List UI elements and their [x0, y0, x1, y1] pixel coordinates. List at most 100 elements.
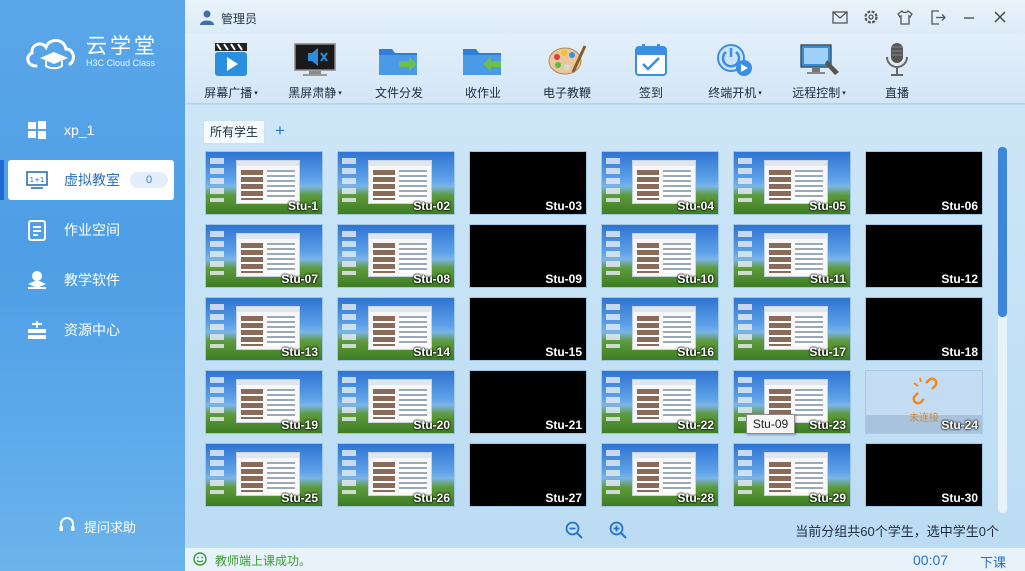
student-thumbnail[interactable]: Stu-04: [601, 151, 719, 215]
close-button[interactable]: [991, 8, 1009, 26]
student-thumbnail[interactable]: Stu-21: [469, 370, 587, 434]
student-thumbnail[interactable]: Stu-10: [601, 224, 719, 288]
student-thumbnail[interactable]: Stu-17: [733, 297, 851, 361]
mail-button[interactable]: [831, 8, 849, 26]
sidebar-item-teaching-software[interactable]: 教学软件: [8, 260, 174, 300]
student-thumbnail[interactable]: Stu-09: [469, 224, 587, 288]
student-thumbnail[interactable]: Stu-28: [601, 443, 719, 507]
desktop-icons: [606, 377, 620, 421]
student-thumbnail[interactable]: Stu-15: [469, 297, 587, 361]
sidebar-item-xp1[interactable]: xp_1: [8, 110, 174, 150]
end-class-button[interactable]: 下课: [980, 552, 1006, 571]
collect-homework-button[interactable]: 收作业: [441, 38, 525, 102]
add-group-button[interactable]: +: [275, 120, 285, 142]
black-screen-icon: [293, 42, 337, 78]
sidebar-item-label: 资源中心: [64, 322, 120, 338]
student-name: Stu-21: [545, 418, 582, 432]
student-thumbnail[interactable]: 未连接 Stu-24: [865, 370, 983, 434]
student-thumbnail[interactable]: Stu-19: [205, 370, 323, 434]
student-thumbnail[interactable]: Stu-14: [337, 297, 455, 361]
help-button[interactable]: 提问求助: [58, 516, 136, 537]
minimize-button[interactable]: [960, 8, 978, 26]
screen-preview: [236, 379, 300, 423]
zoom-out-button[interactable]: [565, 521, 583, 542]
student-thumbnail[interactable]: Stu-13: [205, 297, 323, 361]
status-bar: 教师端上课成功。 00:07 下课: [185, 547, 1025, 571]
student-name: Stu-07: [281, 272, 318, 286]
student-thumbnail[interactable]: Stu-02: [337, 151, 455, 215]
student-name: Stu-06: [941, 199, 978, 213]
active-indicator: [0, 160, 4, 200]
dropdown-arrow-icon: ▾: [758, 90, 762, 97]
student-count-badge: 0: [130, 172, 168, 188]
tool-label: 远程控制: [792, 86, 841, 100]
desktop-icons: [210, 450, 224, 494]
black-screen-button[interactable]: 黑屏肃静 ▾: [273, 38, 357, 102]
sidebar-item-resource-center[interactable]: 资源中心: [8, 310, 174, 350]
scrollbar-thumb[interactable]: [998, 147, 1007, 317]
tool-label: 签到: [638, 86, 663, 100]
student-thumbnail[interactable]: Stu-05: [733, 151, 851, 215]
remote-control-icon: [797, 42, 841, 78]
student-thumbnail[interactable]: Stu-11: [733, 224, 851, 288]
tool-label: 终端开机: [708, 86, 757, 100]
sidebar-item-homework-space[interactable]: 作业空间: [8, 210, 174, 250]
close-icon: [994, 11, 1006, 23]
student-name: Stu-28: [677, 491, 714, 505]
desktop-icons: [342, 304, 356, 348]
desktop-icons: [210, 158, 224, 202]
tab-all-students[interactable]: 所有学生: [203, 120, 266, 144]
student-name: Stu-08: [413, 272, 450, 286]
student-name: Stu-02: [413, 199, 450, 213]
screen-broadcast-button[interactable]: 屏幕广播 ▾: [189, 38, 273, 102]
student-thumbnail[interactable]: Stu-22: [601, 370, 719, 434]
screen-preview: [764, 233, 828, 277]
student-thumbnail[interactable]: Stu-25: [205, 443, 323, 507]
student-thumbnail[interactable]: Stu-16: [601, 297, 719, 361]
file-distribute-button[interactable]: 文件分发: [357, 38, 441, 102]
gear-icon: [864, 10, 878, 24]
student-name: Stu-16: [677, 345, 714, 359]
desktop-icons: [342, 450, 356, 494]
user-name: 管理员: [221, 12, 258, 26]
screen-preview: [632, 233, 696, 277]
remote-control-button[interactable]: 远程控制 ▾: [777, 38, 861, 102]
desktop-icons: [342, 231, 356, 275]
resource-icon: [26, 319, 48, 341]
student-name: Stu-23: [809, 418, 846, 432]
student-thumbnail[interactable]: Stu-26: [337, 443, 455, 507]
student-thumbnail[interactable]: Stu-29: [733, 443, 851, 507]
software-icon: [26, 269, 48, 291]
student-thumbnail[interactable]: Stu-08: [337, 224, 455, 288]
student-thumbnail[interactable]: Stu-12: [865, 224, 983, 288]
tool-label: 文件分发: [374, 86, 423, 100]
desktop-icons: [210, 377, 224, 421]
sign-in-button[interactable]: 签到: [609, 38, 693, 102]
student-thumbnail[interactable]: Stu-30: [865, 443, 983, 507]
student-thumbnail[interactable]: Stu-27: [469, 443, 587, 507]
terminal-power-on-button[interactable]: 终端开机 ▾: [693, 38, 777, 102]
app-subtitle: H3C Cloud Class: [86, 58, 156, 68]
student-thumbnail[interactable]: Stu-20: [337, 370, 455, 434]
sidebar-item-virtual-classroom[interactable]: 1+1 虚拟教室 0: [8, 160, 174, 200]
student-thumbnail[interactable]: Stu-07: [205, 224, 323, 288]
student-thumbnail[interactable]: Stu-18: [865, 297, 983, 361]
homework-icon: [26, 219, 48, 241]
screen-preview: [368, 452, 432, 496]
student-thumbnail[interactable]: Stu-06: [865, 151, 983, 215]
app-logo: 云学堂 H3C Cloud Class: [24, 26, 174, 78]
student-thumbnail[interactable]: Stu-1: [205, 151, 323, 215]
student-thumbnail[interactable]: Stu-03: [469, 151, 587, 215]
user-info[interactable]: 管理员: [199, 9, 257, 28]
desktop-icons: [738, 158, 752, 202]
hover-tooltip: Stu-09: [746, 414, 795, 434]
skin-button[interactable]: [896, 8, 914, 26]
settings-button[interactable]: [862, 8, 880, 26]
palette-icon: [545, 42, 589, 78]
zoom-in-button[interactable]: [609, 521, 627, 542]
logout-button[interactable]: [929, 8, 947, 26]
e-pointer-button[interactable]: 电子教鞭: [525, 38, 609, 102]
live-stream-button[interactable]: 直播: [855, 38, 939, 102]
app-name: 云学堂: [86, 35, 158, 58]
student-name: Stu-26: [413, 491, 450, 505]
